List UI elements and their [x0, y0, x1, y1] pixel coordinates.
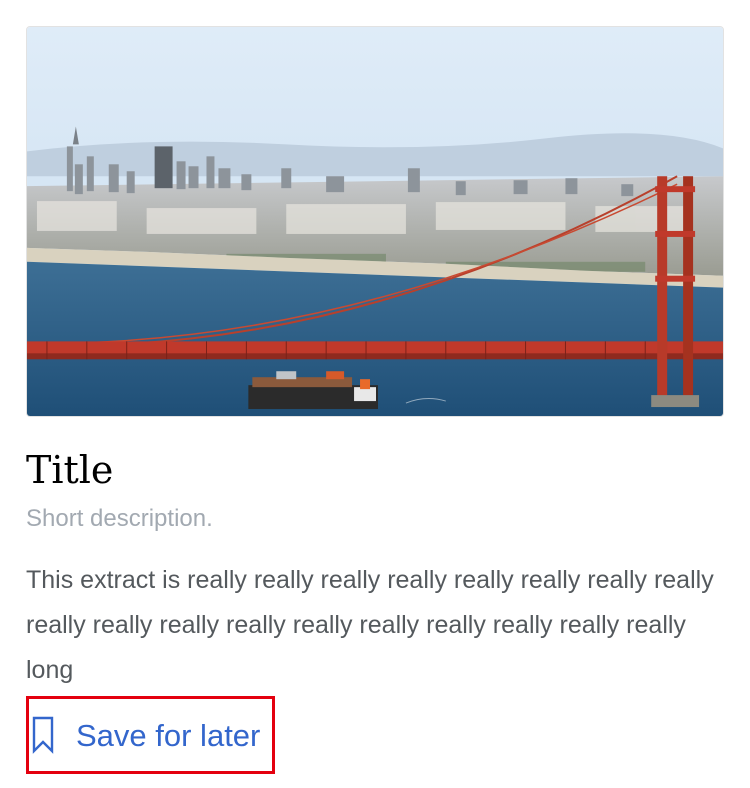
- article-description: Short description.: [26, 505, 213, 532]
- golden-gate-bridge-photo: [27, 27, 723, 416]
- article-image[interactable]: [26, 26, 724, 417]
- article-card[interactable]: Title Short description. This extract is…: [0, 0, 750, 788]
- article-extract: This extract is really really really rea…: [26, 566, 714, 684]
- bookmark-outline-icon: [32, 716, 54, 754]
- save-for-later-label: Save for later: [76, 718, 261, 753]
- save-for-later-button[interactable]: Save for later: [26, 696, 275, 774]
- article-title: Title: [26, 448, 114, 492]
